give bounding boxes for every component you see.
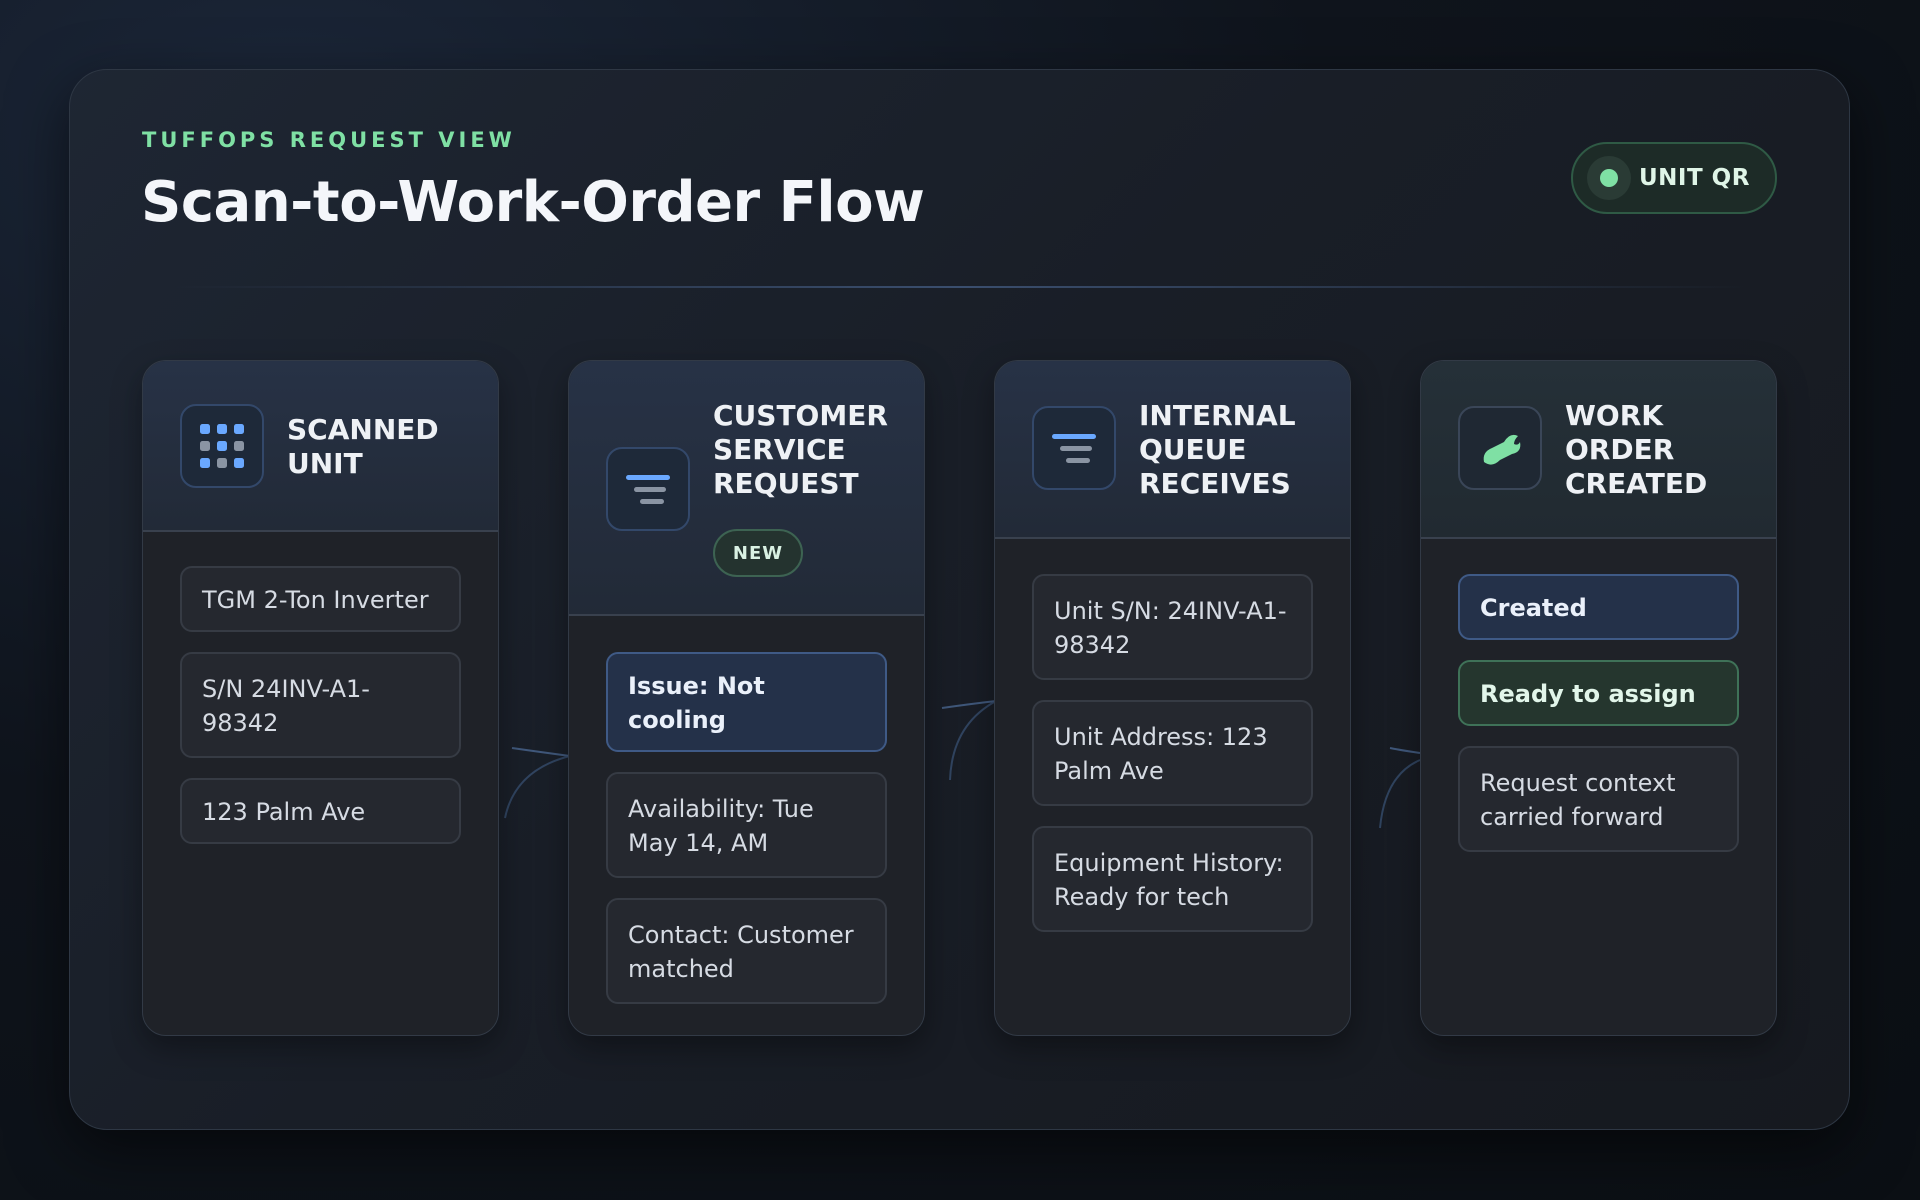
step-card-work-order-created: WORK ORDER CREATED Created Ready to assi… xyxy=(1420,360,1777,1036)
card-items: TGM 2-Ton Inverter S/N 24INV-A1-98342 12… xyxy=(180,566,461,864)
card-items: Created Ready to assign Request context … xyxy=(1458,574,1739,872)
card-title: SCANNED UNIT xyxy=(287,413,439,480)
step-card-customer-service-request: CUSTOMER SERVICE REQUEST NEW Issue: Not … xyxy=(568,360,925,1036)
card-header: CUSTOMER SERVICE REQUEST NEW xyxy=(569,361,924,616)
step-card-internal-queue: INTERNAL QUEUE RECEIVES Unit S/N: 24INV-… xyxy=(994,360,1351,1036)
card-header: WORK ORDER CREATED xyxy=(1421,361,1776,539)
card-title: WORK ORDER CREATED xyxy=(1565,399,1708,500)
card-header: INTERNAL QUEUE RECEIVES xyxy=(995,361,1350,539)
card-title: INTERNAL QUEUE RECEIVES xyxy=(1139,399,1296,500)
step-card-scanned-unit: SCANNED UNIT TGM 2-Ton Inverter S/N 24IN… xyxy=(142,360,499,1036)
list-item: Request context carried forward xyxy=(1458,746,1739,852)
card-title: CUSTOMER SERVICE REQUEST xyxy=(713,399,888,500)
status-badge: NEW xyxy=(713,529,803,577)
list-item: Availability: Tue May 14, AM xyxy=(606,772,887,878)
list-item: S/N 24INV-A1-98342 xyxy=(180,652,461,758)
list-item: Issue: Not cooling xyxy=(606,652,887,752)
lines-icon xyxy=(1032,406,1116,490)
list-item: Created xyxy=(1458,574,1739,640)
wrench-icon xyxy=(1458,406,1542,490)
card-items: Unit S/N: 24INV-A1-98342 Unit Address: 1… xyxy=(1032,574,1313,952)
list-item: 123 Palm Ave xyxy=(180,778,461,844)
card-header: SCANNED UNIT xyxy=(143,361,498,532)
card-items: Issue: Not cooling Availability: Tue May… xyxy=(606,652,887,1024)
list-item: TGM 2-Ton Inverter xyxy=(180,566,461,632)
list-item: Contact: Customer matched xyxy=(606,898,887,1004)
list-item: Ready to assign xyxy=(1458,660,1739,726)
list-item: Unit Address: 123 Palm Ave xyxy=(1032,700,1313,806)
list-item: Equipment History: Ready for tech xyxy=(1032,826,1313,932)
lines-icon xyxy=(606,447,690,531)
list-item: Unit S/N: 24INV-A1-98342 xyxy=(1032,574,1313,680)
grid-icon xyxy=(180,404,264,488)
